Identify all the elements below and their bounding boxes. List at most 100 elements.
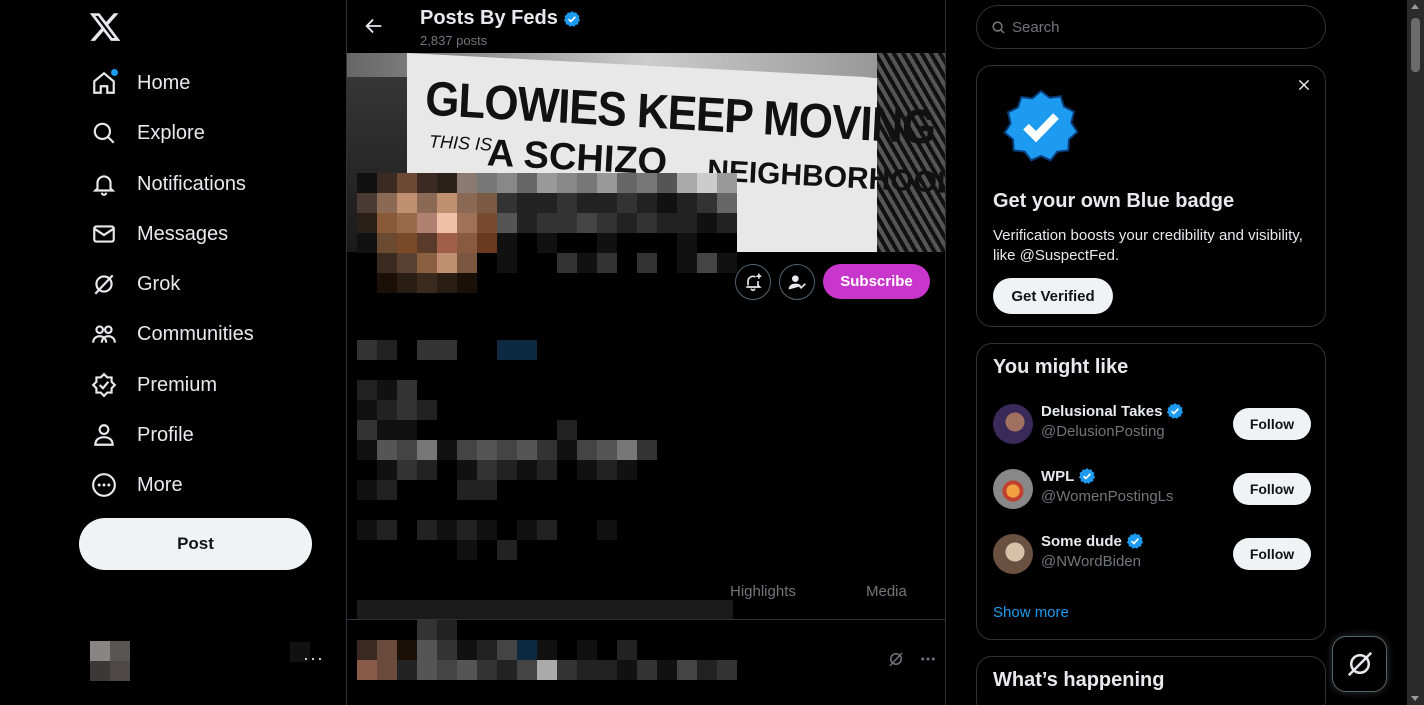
- post-count: 2,837 posts: [420, 33, 488, 48]
- search-icon: [992, 20, 1005, 34]
- account-handle: @DelusionPosting: [1041, 423, 1165, 440]
- nav-label: Premium: [137, 373, 218, 396]
- avatar: [993, 469, 1033, 509]
- redacted-post[interactable]: [357, 620, 737, 680]
- nav-notifications[interactable]: Notifications: [80, 162, 256, 206]
- back-arrow-icon[interactable]: [363, 15, 385, 37]
- nav-label: Notifications: [137, 172, 246, 195]
- post-button[interactable]: Post: [79, 518, 312, 570]
- scroll-up-arrow-icon[interactable]: [1411, 4, 1419, 9]
- trending-card: What’s happening: [976, 656, 1326, 705]
- tab-highlights[interactable]: Highlights: [730, 583, 796, 600]
- suggested-account[interactable]: Delusional Takes @DelusionPosting Follow: [993, 400, 1311, 450]
- post-actions: [887, 650, 937, 668]
- scroll-down-arrow-icon[interactable]: [1411, 696, 1419, 701]
- home-icon: [90, 69, 118, 97]
- follow-button[interactable]: Follow: [1233, 473, 1311, 505]
- account-handle: @WomenPostingLs: [1041, 488, 1174, 505]
- nav-label: Home: [137, 71, 191, 94]
- subscribe-button[interactable]: Subscribe: [823, 264, 930, 299]
- x-logo-icon[interactable]: [88, 10, 122, 44]
- close-icon[interactable]: [1297, 78, 1311, 92]
- profile-name: Posts By Feds: [420, 7, 558, 29]
- redacted-stats: [357, 340, 537, 360]
- account-switcher[interactable]: ···: [80, 630, 330, 690]
- avatar: [993, 534, 1033, 574]
- tab-media[interactable]: Media: [866, 583, 907, 600]
- app-root: Home Explore Notifications Messages Grok: [0, 0, 1424, 705]
- account-name: Delusional Takes: [1041, 402, 1184, 420]
- nav-profile[interactable]: Profile: [80, 413, 204, 457]
- account-name-text: WPL: [1041, 467, 1075, 485]
- suggested-account[interactable]: Some dude @NWordBiden Follow: [993, 530, 1311, 580]
- verified-badge-icon: [1079, 468, 1096, 484]
- person-check-icon: [788, 275, 806, 290]
- search-input[interactable]: [1012, 18, 1302, 36]
- nav-explore[interactable]: Explore: [80, 111, 215, 155]
- who-to-follow-card: You might like Delusional Takes @Delusio…: [976, 343, 1326, 640]
- notification-dot: [111, 69, 118, 76]
- nav-label: Messages: [137, 222, 229, 245]
- redacted-tabs: [357, 600, 733, 620]
- blue-badge-icon: [1003, 89, 1079, 162]
- nav-premium[interactable]: Premium: [80, 363, 227, 407]
- grok-floating-button[interactable]: [1332, 636, 1387, 692]
- nav-grok[interactable]: Grok: [80, 262, 190, 306]
- nav-messages[interactable]: Messages: [80, 212, 238, 256]
- grok-icon[interactable]: [887, 650, 905, 668]
- get-verified-button[interactable]: Get Verified: [993, 278, 1113, 314]
- show-more-link[interactable]: Show more: [993, 604, 1069, 621]
- who-to-follow-title: You might like: [993, 356, 1129, 378]
- profile-title: Posts By Feds: [420, 7, 581, 30]
- verified-badge-icon: [1126, 533, 1144, 549]
- following-button[interactable]: [779, 264, 815, 300]
- account-name: WPL: [1041, 467, 1096, 485]
- redacted-avatar-bottom: [357, 273, 497, 293]
- bell-plus-icon: [746, 273, 762, 292]
- left-nav: Home Explore Notifications Messages Grok: [0, 0, 347, 705]
- grok-icon: [1347, 651, 1372, 677]
- nav-label: Communities: [137, 322, 254, 345]
- page-scrollbar[interactable]: [1407, 0, 1424, 705]
- redacted-avatar[interactable]: [357, 173, 737, 273]
- verify-title: Get your own Blue badge: [993, 190, 1235, 212]
- avatar: [993, 404, 1033, 444]
- verify-card: Get your own Blue badge Verification boo…: [976, 65, 1326, 327]
- notify-bell-button[interactable]: [735, 264, 771, 300]
- bell-icon: [90, 170, 118, 198]
- redacted-bio: [357, 380, 657, 500]
- nav-more[interactable]: More: [80, 463, 193, 507]
- person-icon: [90, 421, 118, 449]
- nav-communities[interactable]: Communities: [80, 312, 264, 356]
- nav-label: Explore: [137, 121, 205, 144]
- verified-badge-icon: [563, 10, 581, 27]
- trending-title: What’s happening: [993, 669, 1165, 691]
- nav-label: More: [137, 473, 183, 496]
- nav-home[interactable]: Home: [80, 61, 200, 105]
- account-name: Some dude: [1041, 532, 1144, 550]
- nav-label: Profile: [137, 423, 194, 446]
- more-icon[interactable]: ···: [303, 648, 324, 669]
- more-circle-icon: [90, 471, 118, 499]
- follow-button[interactable]: Follow: [1233, 538, 1311, 570]
- profile-header-bar: Posts By Feds 2,837 posts: [347, 0, 945, 53]
- more-icon[interactable]: [919, 650, 937, 668]
- profile-column: Posts By Feds 2,837 posts GLOWIES KEEP M…: [346, 0, 946, 705]
- envelope-icon: [90, 220, 118, 248]
- avatar: [90, 641, 130, 681]
- banner-text-line: THIS IS: [428, 131, 493, 155]
- suggested-account[interactable]: WPL @WomenPostingLs Follow: [993, 465, 1311, 515]
- account-name-text: Delusional Takes: [1041, 402, 1163, 420]
- account-name-text: Some dude: [1041, 532, 1122, 550]
- scroll-thumb[interactable]: [1411, 18, 1420, 72]
- people-icon: [90, 320, 118, 348]
- premium-icon: [90, 371, 118, 399]
- verified-badge-icon: [1167, 403, 1184, 419]
- redacted-meta: [357, 520, 617, 560]
- nav-label: Grok: [137, 272, 181, 295]
- follow-button[interactable]: Follow: [1233, 408, 1311, 440]
- verify-description: Verification boosts your credibility and…: [993, 227, 1303, 264]
- account-handle: @NWordBiden: [1041, 553, 1141, 570]
- search-icon: [90, 119, 118, 147]
- search-bar[interactable]: [976, 5, 1326, 49]
